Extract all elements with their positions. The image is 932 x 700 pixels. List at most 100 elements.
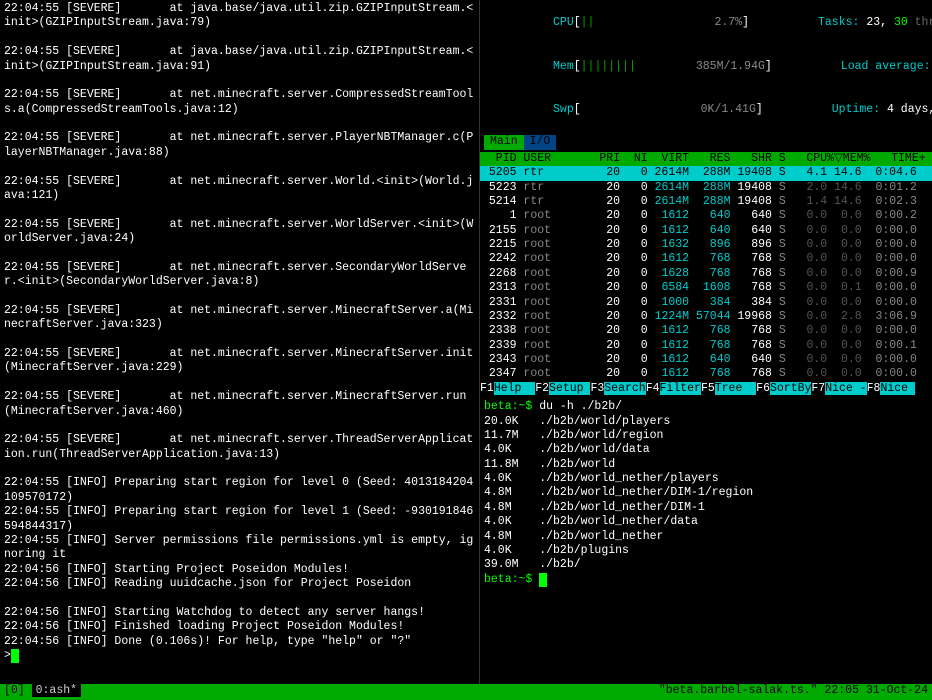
mem-label: Mem — [553, 60, 574, 73]
shell-output-line: 4.0K ./b2b/world/data — [484, 443, 928, 457]
shell-output-line: 11.8M ./b2b/world — [484, 458, 928, 472]
log-line: 22:04:55 [SEVERE] at net.minecraft.serve… — [4, 218, 475, 247]
shell-command: du -h ./b2b/ — [532, 400, 622, 413]
log-line — [4, 31, 475, 45]
process-row[interactable]: 1 root 20 0 1612 640 640 S 0.0 0.0 0:00.… — [480, 209, 932, 223]
log-line: 22:04:55 [SEVERE] at java.base/java.util… — [4, 2, 475, 31]
log-line: 22:04:55 [SEVERE] at net.minecraft.serve… — [4, 175, 475, 204]
swp-label: Swp — [553, 103, 574, 116]
log-line: 22:04:56 [INFO] Reading uuidcache.json f… — [4, 577, 475, 591]
shell-output-line: 4.0K ./b2b/world_nether/players — [484, 472, 928, 486]
process-row[interactable]: 5223 rtr 20 0 2614M 288M 19408 S 2.0 14.… — [480, 181, 932, 195]
process-row[interactable]: 2313 root 20 0 6584 1608 768 S 0.0 0.1 0… — [480, 281, 932, 295]
log-line: 22:04:55 [SEVERE] at java.base/java.util… — [4, 45, 475, 74]
htop-tabs: Main I/O — [484, 135, 928, 149]
fnkey-num: F2 — [535, 382, 549, 395]
process-row[interactable]: 2331 root 20 0 1000 384 384 S 0.0 0.0 0:… — [480, 296, 932, 310]
process-row[interactable]: 2343 root 20 0 1612 640 640 S 0.0 0.0 0:… — [480, 353, 932, 367]
process-row[interactable]: 2215 root 20 0 1632 896 896 S 0.0 0.0 0:… — [480, 238, 932, 252]
fnkey-num: F5 — [701, 382, 715, 395]
shell-output-line: 4.8M ./b2b/world_nether/DIM-1 — [484, 501, 928, 515]
log-line: 22:04:55 [INFO] Preparing start region f… — [4, 476, 475, 505]
log-line — [4, 160, 475, 174]
process-row[interactable]: 2155 root 20 0 1612 640 640 S 0.0 0.0 0:… — [480, 224, 932, 238]
fnkey-num: F7 — [811, 382, 825, 395]
uptime-value: 4 days, 23:11:47 — [887, 103, 932, 116]
tmux-clock: "beta.barbel-salak.ts." 22:05 31-Oct-24 — [659, 684, 928, 700]
log-line — [4, 419, 475, 433]
mem-value: 385M/1.94G — [696, 60, 765, 73]
log-prompt: > — [4, 649, 11, 662]
shell-output-line: 4.0K ./b2b/plugins — [484, 544, 928, 558]
log-line: 22:04:55 [SEVERE] at net.minecraft.serve… — [4, 131, 475, 160]
log-line — [4, 376, 475, 390]
fnkey-num: F3 — [590, 382, 604, 395]
uptime-label: Uptime: — [832, 103, 880, 116]
fnkey-tree[interactable]: Tree — [715, 382, 756, 395]
shell-output-line: 4.0K ./b2b/world_nether/data — [484, 515, 928, 529]
process-row[interactable]: 2347 root 20 0 1612 768 768 S 0.0 0.0 0:… — [480, 367, 932, 381]
shell-prompt: beta:~$ — [484, 400, 532, 413]
server-log-pane[interactable]: 22:04:55 [SEVERE] at java.base/java.util… — [0, 0, 480, 684]
process-row[interactable]: 2339 root 20 0 1612 768 768 S 0.0 0.0 0:… — [480, 339, 932, 353]
log-line: 22:04:55 [SEVERE] at net.minecraft.serve… — [4, 390, 475, 419]
tasks-threads: 30 — [894, 16, 908, 29]
shell-output-line: 20.0K ./b2b/world/players — [484, 415, 928, 429]
tmux-window[interactable]: 0:ash* — [32, 684, 81, 697]
shell-output: 20.0K ./b2b/world/players11.7M ./b2b/wor… — [484, 415, 928, 573]
fnkey-setup[interactable]: Setup — [549, 382, 590, 395]
log-line: 22:04:55 [INFO] Server permissions file … — [4, 534, 475, 563]
shell-pane[interactable]: beta:~$ du -h ./b2b/ 20.0K ./b2b/world/p… — [480, 396, 932, 684]
log-line — [4, 290, 475, 304]
log-line — [4, 203, 475, 217]
log-line: 22:04:55 [SEVERE] at net.minecraft.serve… — [4, 304, 475, 333]
fnkey-sortby[interactable]: SortBy — [770, 382, 811, 395]
swp-value: 0K/1.41G — [701, 103, 756, 116]
htop-header: CPU[||2.7%] Tasks: 23, 30 thr, 60 kthr; … — [480, 0, 932, 152]
mem-bar: |||||||| — [581, 60, 636, 73]
tasks-label: Tasks: — [818, 16, 859, 29]
cursor-icon — [11, 649, 19, 663]
log-prompt-line[interactable]: > — [4, 649, 475, 663]
fnkey-num: F1 — [480, 382, 494, 395]
process-row[interactable]: 5214 rtr 20 0 2614M 288M 19408 S 1.4 14.… — [480, 195, 932, 209]
cpu-label: CPU — [553, 16, 574, 29]
shell-prompt-2[interactable]: beta:~$ — [484, 573, 532, 586]
log-line: 22:04:55 [INFO] Preparing start region f… — [4, 505, 475, 534]
log-line: 22:04:56 [INFO] Starting Project Poseido… — [4, 563, 475, 577]
fnkey-search[interactable]: Search — [604, 382, 645, 395]
fnkey-nice[interactable]: Nice — [880, 382, 915, 395]
fnkey-help[interactable]: Help — [494, 382, 535, 395]
log-line — [4, 591, 475, 605]
cpu-bar: || — [581, 16, 595, 29]
process-row[interactable]: 2332 root 20 0 1224M 57044 19968 S 0.0 2… — [480, 310, 932, 324]
process-row[interactable]: 5205 rtr 20 0 2614M 288M 19408 S 4.1 14.… — [480, 166, 932, 180]
shell-output-line: 11.7M ./b2b/world/region — [484, 429, 928, 443]
fnkey-num: F8 — [867, 382, 881, 395]
log-output: 22:04:55 [SEVERE] at java.base/java.util… — [4, 2, 475, 649]
log-line: 22:04:56 [INFO] Starting Watchdog to det… — [4, 606, 475, 620]
cursor-icon — [539, 573, 547, 587]
htop-fnkeys: F1Help F2Setup F3SearchF4FilterF5Tree F6… — [480, 382, 932, 396]
shell-output-line: 4.8M ./b2b/world_nether — [484, 530, 928, 544]
tab-io[interactable]: I/O — [524, 135, 557, 149]
tmux-session[interactable]: [0] — [4, 684, 25, 697]
process-row[interactable]: 2268 root 20 0 1628 768 768 S 0.0 0.0 0:… — [480, 267, 932, 281]
log-line — [4, 117, 475, 131]
fnkey-nice -[interactable]: Nice - — [825, 382, 866, 395]
log-line: 22:04:55 [SEVERE] at net.minecraft.serve… — [4, 433, 475, 462]
process-table[interactable]: PID USER PRI NI VIRT RES SHR S CPU%▽MEM%… — [480, 152, 932, 382]
shell-output-line: 4.8M ./b2b/world_nether/DIM-1/region — [484, 486, 928, 500]
shell-output-line: 39.0M ./b2b/ — [484, 558, 928, 572]
log-line — [4, 333, 475, 347]
fnkey-filter[interactable]: Filter — [660, 382, 701, 395]
process-table-header[interactable]: PID USER PRI NI VIRT RES SHR S CPU%▽MEM%… — [480, 152, 932, 166]
load-label: Load average: — [841, 60, 931, 73]
process-row[interactable]: 2338 root 20 0 1612 768 768 S 0.0 0.0 0:… — [480, 324, 932, 338]
tab-main[interactable]: Main — [484, 135, 524, 149]
log-line: 22:04:56 [INFO] Finished loading Project… — [4, 620, 475, 634]
process-row[interactable]: 2242 root 20 0 1612 768 768 S 0.0 0.0 0:… — [480, 252, 932, 266]
fnkey-num: F4 — [646, 382, 660, 395]
tmux-status-bar[interactable]: [0] 0:ash* "beta.barbel-salak.ts." 22:05… — [0, 684, 932, 700]
log-line — [4, 462, 475, 476]
